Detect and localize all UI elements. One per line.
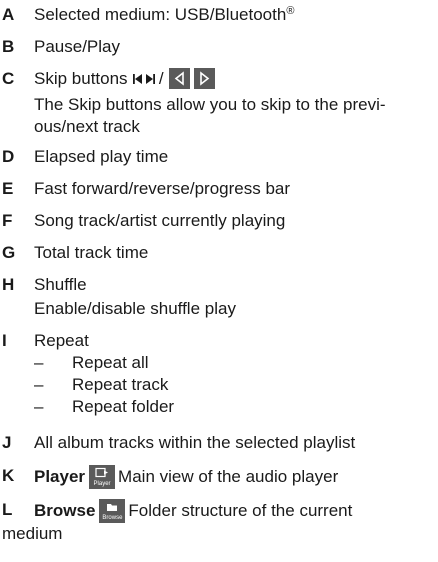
item-label: Browse [34, 501, 96, 520]
option-label: Repeat folder [72, 397, 175, 416]
item-text: All album tracks within the selected pla… [34, 433, 356, 452]
dash: – [34, 375, 44, 394]
item-letter: C [2, 69, 15, 88]
item-description-cont: ous/next track [34, 117, 140, 136]
icon-caption: Player [93, 481, 111, 487]
item-text: Selected medium: USB/Bluetooth® [34, 5, 295, 24]
item-letter: F [2, 211, 13, 230]
item-letter: I [2, 331, 7, 350]
item-text: Elapsed play time [34, 147, 169, 166]
item-text: Fast forward/reverse/progress bar [34, 179, 291, 198]
item-letter: G [2, 243, 16, 262]
item-label: Player [34, 467, 86, 486]
skip-previous-icon [169, 68, 191, 89]
registered-mark: ® [286, 5, 295, 17]
item-letter: K [2, 466, 15, 485]
item-text-cont: medium [2, 524, 63, 543]
item-text: Player Player Main view of the audio pla… [34, 465, 339, 489]
dash: – [34, 397, 44, 416]
item-letter: A [2, 5, 15, 24]
icon-caption: Browse [102, 515, 123, 521]
item-text: Skip buttons / [34, 68, 434, 91]
dash: – [34, 353, 44, 372]
option-label: Repeat all [72, 353, 149, 372]
item-text: Song track/artist currently playing [34, 211, 286, 230]
item-description: Enable/disable shuffle play [34, 299, 236, 318]
item-letter: B [2, 37, 15, 56]
skip-glyph-icon [132, 72, 159, 87]
item-letter: E [2, 179, 14, 198]
item-text: Total track time [34, 243, 149, 262]
browse-icon: Browse [99, 499, 126, 523]
item-letter: J [2, 433, 12, 452]
item-text: Browse Browse Folder structure of the cu… [34, 499, 353, 523]
item-letter: D [2, 147, 15, 166]
item-description: The Skip buttons allow you to skip to th… [34, 95, 386, 114]
player-icon: Player [89, 465, 116, 489]
item-text: Repeat [34, 331, 89, 350]
option-label: Repeat track [72, 375, 169, 394]
item-letter: H [2, 275, 15, 294]
item-text: Pause/Play [34, 37, 120, 56]
item-letter: L [2, 500, 13, 519]
item-text: Shuffle [34, 275, 87, 294]
skip-next-icon [194, 68, 216, 89]
